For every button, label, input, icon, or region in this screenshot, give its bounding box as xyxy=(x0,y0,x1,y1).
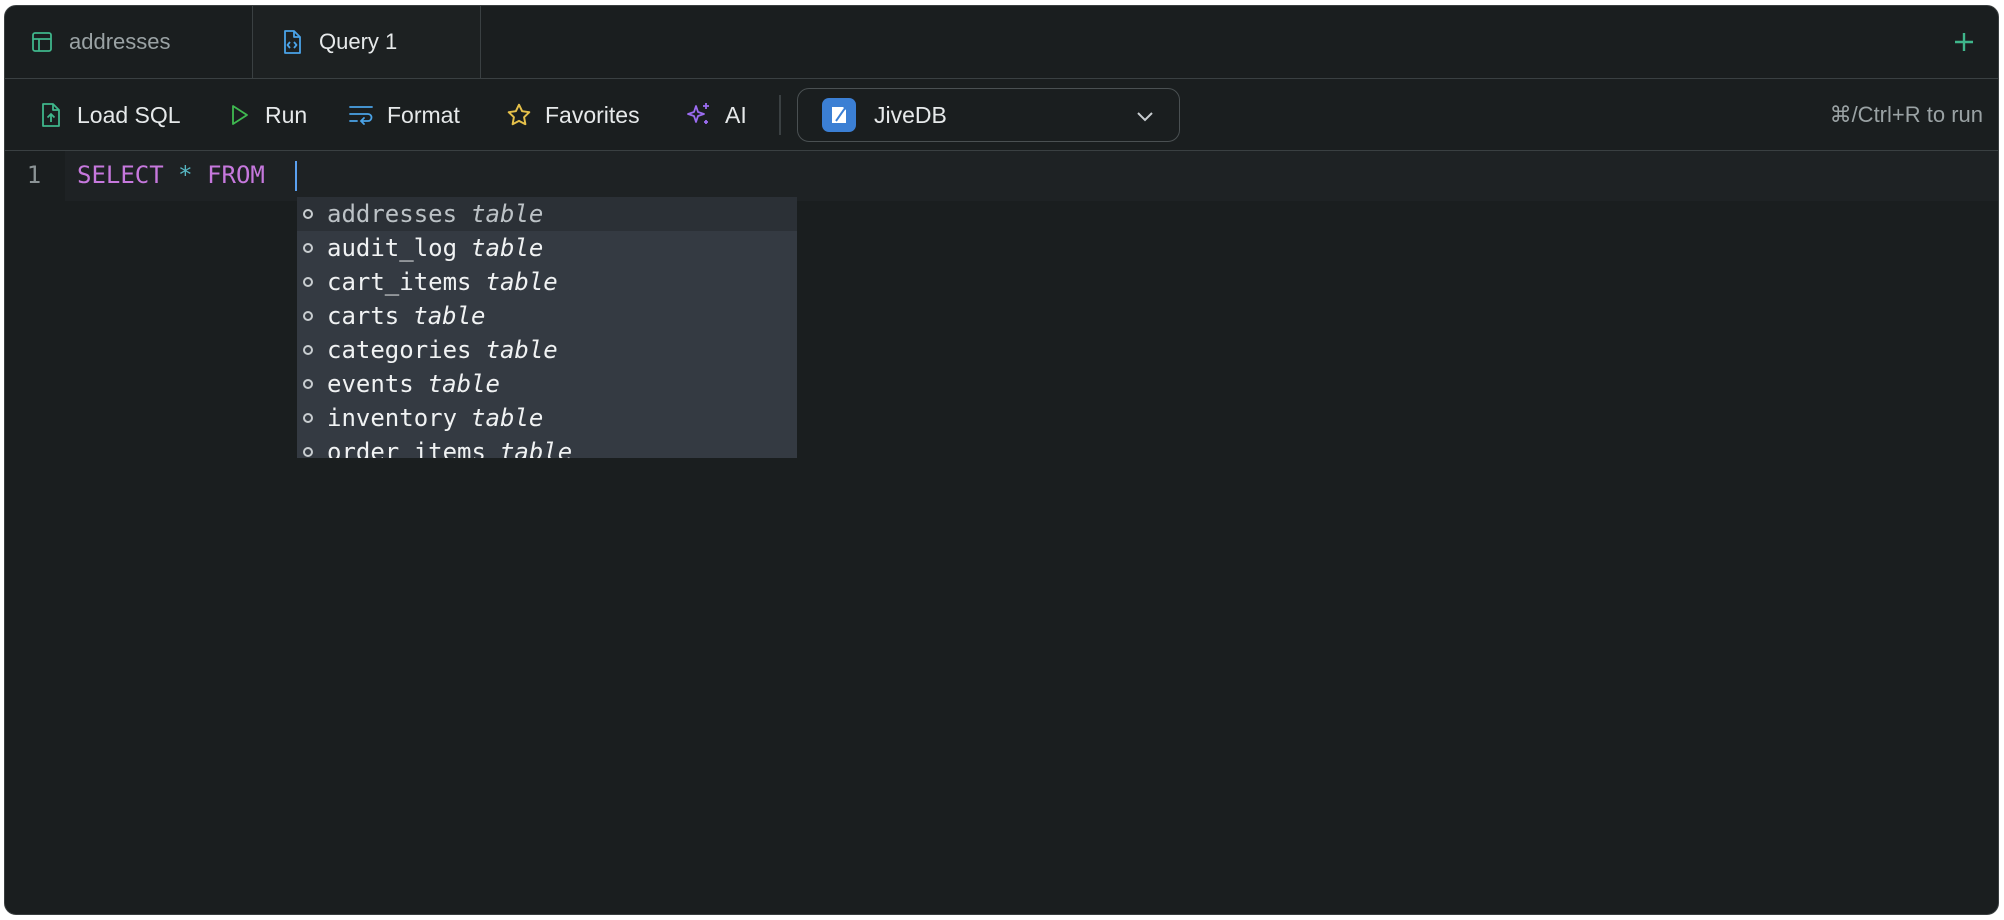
suggestion-icon xyxy=(303,311,313,321)
suggestion-icon xyxy=(303,209,313,219)
tab-addresses[interactable]: addresses xyxy=(5,6,253,78)
database-select[interactable]: JiveDB xyxy=(797,88,1180,142)
format-label: Format xyxy=(387,101,460,128)
favorites-button[interactable]: Favorites xyxy=(505,79,640,151)
tab-query-1[interactable]: Query 1 xyxy=(253,6,481,78)
active-line-highlight xyxy=(65,151,1998,201)
toolbar: Load SQL Run Format Favorites AI JiveDB … xyxy=(5,79,1998,151)
autocomplete-item[interactable]: cart_items table xyxy=(297,265,797,299)
autocomplete-item[interactable]: order_items table xyxy=(297,435,797,458)
autocomplete-item[interactable]: categories table xyxy=(297,333,797,367)
ai-label: AI xyxy=(725,101,747,128)
tab-label: Query 1 xyxy=(319,29,398,54)
autocomplete-item[interactable]: audit_log table xyxy=(297,231,797,265)
autocomplete-item[interactable]: events table xyxy=(297,367,797,401)
load-sql-label: Load SQL xyxy=(77,101,181,128)
autocomplete-item[interactable]: inventory table xyxy=(297,401,797,435)
format-button[interactable]: Format xyxy=(347,79,460,151)
load-sql-button[interactable]: Load SQL xyxy=(37,79,181,151)
sql-file-icon xyxy=(279,29,305,55)
autocomplete-item[interactable]: addresses table xyxy=(297,197,797,231)
ai-button[interactable]: AI xyxy=(685,79,747,151)
suggestion-icon xyxy=(303,379,313,389)
query-editor-window: addresses Query 1 Load SQL Run Format Fa… xyxy=(4,5,1999,915)
database-logo-icon xyxy=(822,98,856,132)
tab-bar: addresses Query 1 xyxy=(5,6,1998,79)
run-label: Run xyxy=(265,101,308,128)
play-icon xyxy=(225,101,253,129)
tab-label: addresses xyxy=(69,29,171,54)
database-name: JiveDB xyxy=(874,101,947,128)
autocomplete-item[interactable]: carts table xyxy=(297,299,797,333)
sparkles-icon xyxy=(685,101,713,129)
operator-star: * xyxy=(178,161,193,189)
run-shortcut-hint: ⌘/Ctrl+R to run xyxy=(1829,102,1983,127)
code-line[interactable]: SELECT * FROM xyxy=(77,161,265,189)
sql-editor[interactable]: 1 SELECT * FROM addresses table audit_log… xyxy=(5,151,1998,914)
upload-file-icon xyxy=(37,101,65,129)
plus-icon xyxy=(1955,33,1973,51)
line-number: 1 xyxy=(26,161,42,189)
chevron-down-icon xyxy=(1137,112,1153,122)
toolbar-divider xyxy=(779,95,781,135)
table-icon xyxy=(29,29,55,55)
format-icon xyxy=(347,101,375,129)
suggestion-icon xyxy=(303,345,313,355)
star-icon xyxy=(505,101,533,129)
favorites-label: Favorites xyxy=(545,101,640,128)
keyword-select: SELECT xyxy=(77,161,164,189)
text-cursor xyxy=(295,161,297,191)
suggestion-icon xyxy=(303,413,313,423)
suggestion-icon xyxy=(303,447,313,457)
keyword-from: FROM xyxy=(207,161,265,189)
run-button[interactable]: Run xyxy=(225,79,307,151)
suggestion-icon xyxy=(303,243,313,253)
add-tab-button[interactable] xyxy=(1948,26,1980,58)
autocomplete-dropdown: addresses table audit_log table cart_items… xyxy=(297,197,797,458)
suggestion-icon xyxy=(303,277,313,287)
